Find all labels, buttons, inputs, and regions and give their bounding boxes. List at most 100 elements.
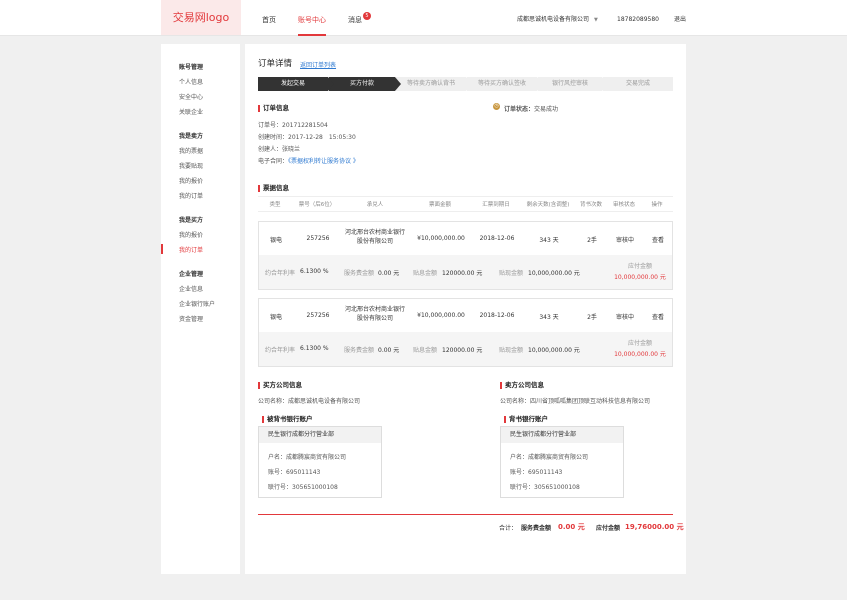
buyer-company: 公司名称：成都思诚机电设备有限公司 xyxy=(258,398,361,405)
bill-acceptor: 河北邢台农村商业银行股份有限公司 xyxy=(345,229,406,245)
nav-account-center[interactable]: 账号中心 xyxy=(298,0,326,36)
bill-acceptor: 河北邢台农村商业银行股份有限公司 xyxy=(345,306,406,322)
discount-label: 贴现金额 xyxy=(499,270,524,277)
step-buyer-receive: 等待买方确认签收 xyxy=(467,77,543,91)
interest-value: 120000.00 元 xyxy=(442,347,483,354)
summary-divider xyxy=(258,514,673,515)
interest-value: 120000.00 元 xyxy=(442,270,483,277)
contract-link[interactable]: 《票据权利转让服务协议 》 xyxy=(288,158,359,165)
fee-label: 服务费金额 xyxy=(344,270,375,277)
total-payable-value: 19,76000.00 元 xyxy=(625,523,684,531)
interest-label: 贴息金额 xyxy=(413,270,438,277)
order-created-time: 创建时间：2017-12-28 15:05:30 xyxy=(258,134,356,141)
col-review-status: 审核状态 xyxy=(612,202,635,208)
total-fee-label: 服务费金额 xyxy=(521,525,552,532)
sidebar-item-buyer-quotes[interactable]: 我的报价 xyxy=(179,230,203,239)
buyer-bank-heading: 被背书银行账户 xyxy=(262,416,313,423)
seller-bank-code: 联行号：305651000108 xyxy=(510,484,580,491)
col-due-date: 汇票到期日 xyxy=(482,202,510,208)
order-status-value: 交易成功 xyxy=(534,106,559,113)
seller-info-heading: 卖方公司信息 xyxy=(500,382,544,389)
sidebar-item-enterprise-bank[interactable]: 企业银行账户 xyxy=(179,299,215,308)
bill-card: 银电 257256 河北邢台农村商业银行股份有限公司 ¥10,000,000.0… xyxy=(258,298,673,367)
sidebar-heading-account: 账号管理 xyxy=(179,64,204,71)
sidebar-item-buyer-orders[interactable]: 我的订单 xyxy=(179,245,203,254)
sidebar-item-linked-companies[interactable]: 关联企业 xyxy=(179,107,203,116)
rate-label: 约合年利率 xyxy=(265,270,296,277)
seller-bank-heading: 背书银行账户 xyxy=(504,416,548,423)
seller-company: 公司名称：四川省顶呱呱集团顶联互动科技信息有限公司 xyxy=(500,398,651,405)
bill-number: 257256 xyxy=(306,312,330,319)
bill-remaining-days: 343 天 xyxy=(539,237,559,244)
view-bill-link[interactable]: 查看 xyxy=(643,312,673,321)
total-fee-value: 0.00 元 xyxy=(558,523,585,531)
order-info-heading: 订单信息 xyxy=(258,105,289,112)
view-bill-link[interactable]: 查看 xyxy=(643,235,673,244)
bill-due-date: 2018-12-06 xyxy=(479,235,515,242)
discount-value: 10,000,000.00 元 xyxy=(528,347,580,354)
buyer-account-number: 账号：695011143 xyxy=(268,469,321,476)
contract-row: 电子合同：《票据权利转让服务协议 》 xyxy=(258,156,359,165)
total-payable-label: 应付金额 xyxy=(596,525,621,532)
user-phone: 18782089580 xyxy=(617,16,659,23)
payable-value: 10,000,000.00 元 xyxy=(614,351,666,358)
bill-review-status: 审核中 xyxy=(615,237,634,244)
bill-face-amount: ¥10,000,000.00 xyxy=(417,235,465,242)
nav-messages[interactable]: 消息 xyxy=(348,0,362,36)
interest-label: 贴息金额 xyxy=(413,347,438,354)
nav-home[interactable]: 首页 xyxy=(262,0,276,36)
bill-info-heading: 票据信息 xyxy=(258,185,289,192)
page-title: 订单详情 xyxy=(258,59,293,69)
step-bank-review: 银行风控审核 xyxy=(538,77,608,91)
step-complete: 交易完成 xyxy=(603,77,673,91)
col-acceptor: 承兑人 xyxy=(366,202,384,208)
step-initiate: 发起交易 xyxy=(258,77,334,91)
bill-remaining-days: 343 天 xyxy=(539,314,559,321)
bill-row-summary: 约合年利率 6.1300 % 服务费金额 0.00 元 贴息金额 120000.… xyxy=(259,332,672,366)
fee-value: 0.00 元 xyxy=(378,270,400,277)
logout-link[interactable]: 退出 xyxy=(674,0,686,36)
step-buyer-pay: 买方付款 xyxy=(329,77,401,91)
bill-number: 257256 xyxy=(306,235,330,242)
sidebar-item-seller-orders[interactable]: 我的订单 xyxy=(179,191,203,200)
payable-value: 10,000,000.00 元 xyxy=(614,274,666,281)
back-to-orders-link[interactable]: 返回订单列表 xyxy=(300,60,336,69)
chevron-down-icon[interactable]: ▼ xyxy=(594,17,598,23)
sidebar-item-security[interactable]: 安全中心 xyxy=(179,92,203,101)
sidebar-heading-seller: 我是卖方 xyxy=(179,133,204,140)
sidebar-heading-buyer: 我是买方 xyxy=(179,217,204,224)
order-number: 订单号：201712281504 xyxy=(258,122,328,129)
sidebar-item-funds[interactable]: 资金管理 xyxy=(179,314,203,323)
fee-value: 0.00 元 xyxy=(378,347,400,354)
buyer-info-heading: 买方公司信息 xyxy=(258,382,302,389)
bill-review-status: 审核中 xyxy=(615,314,634,321)
buyer-bank-name: 民生银行成都分行营业部 xyxy=(259,427,381,443)
bill-endorse-count: 2手 xyxy=(587,314,597,321)
top-navbar: 交易网logo 首页 账号中心 消息 5 成都思诚机电设备有限公司 ▼ 1878… xyxy=(0,0,847,36)
bill-row-main: 银电 257256 河北邢台农村商业银行股份有限公司 ¥10,000,000.0… xyxy=(259,222,672,255)
contract-label: 电子合同： xyxy=(258,158,289,165)
seller-bank-card: 民生银行成都分行营业部 户名：成都腾宸商贸有限公司 账号：695011143 联… xyxy=(500,426,624,498)
col-action: 操作 xyxy=(651,202,663,208)
seller-account-number: 账号：695011143 xyxy=(510,469,563,476)
clock-icon: ◷ xyxy=(493,103,500,110)
sidebar-item-enterprise-info[interactable]: 企业信息 xyxy=(179,284,203,293)
bill-row-summary: 约合年利率 6.1300 % 服务费金额 0.00 元 贴息金额 120000.… xyxy=(259,255,672,289)
message-count-badge: 5 xyxy=(363,12,371,20)
sidebar-item-discount[interactable]: 我要贴现 xyxy=(179,161,203,170)
discount-label: 贴现金额 xyxy=(499,347,524,354)
sidebar-item-seller-quotes[interactable]: 我的报价 xyxy=(179,176,203,185)
site-logo[interactable]: 交易网logo xyxy=(161,0,241,35)
active-indicator xyxy=(161,244,163,254)
payable-label: 应付金额 xyxy=(627,263,652,270)
sidebar-item-my-bills[interactable]: 我的票据 xyxy=(179,146,203,155)
order-detail-panel: 订单详情 返回订单列表 发起交易 买方付款 等待卖方确认背书 等待买方确认签收 … xyxy=(245,44,686,574)
current-company[interactable]: 成都思诚机电设备有限公司 xyxy=(517,0,589,36)
rate-label: 约合年利率 xyxy=(265,347,296,354)
order-status-label: 订单状态： xyxy=(504,106,535,113)
sidebar-item-profile[interactable]: 个人信息 xyxy=(179,77,203,86)
bill-type: 银电 xyxy=(269,314,282,321)
fee-label: 服务费金额 xyxy=(344,347,375,354)
seller-bank-name: 民生银行成都分行营业部 xyxy=(501,427,623,443)
col-type: 类型 xyxy=(269,202,281,208)
